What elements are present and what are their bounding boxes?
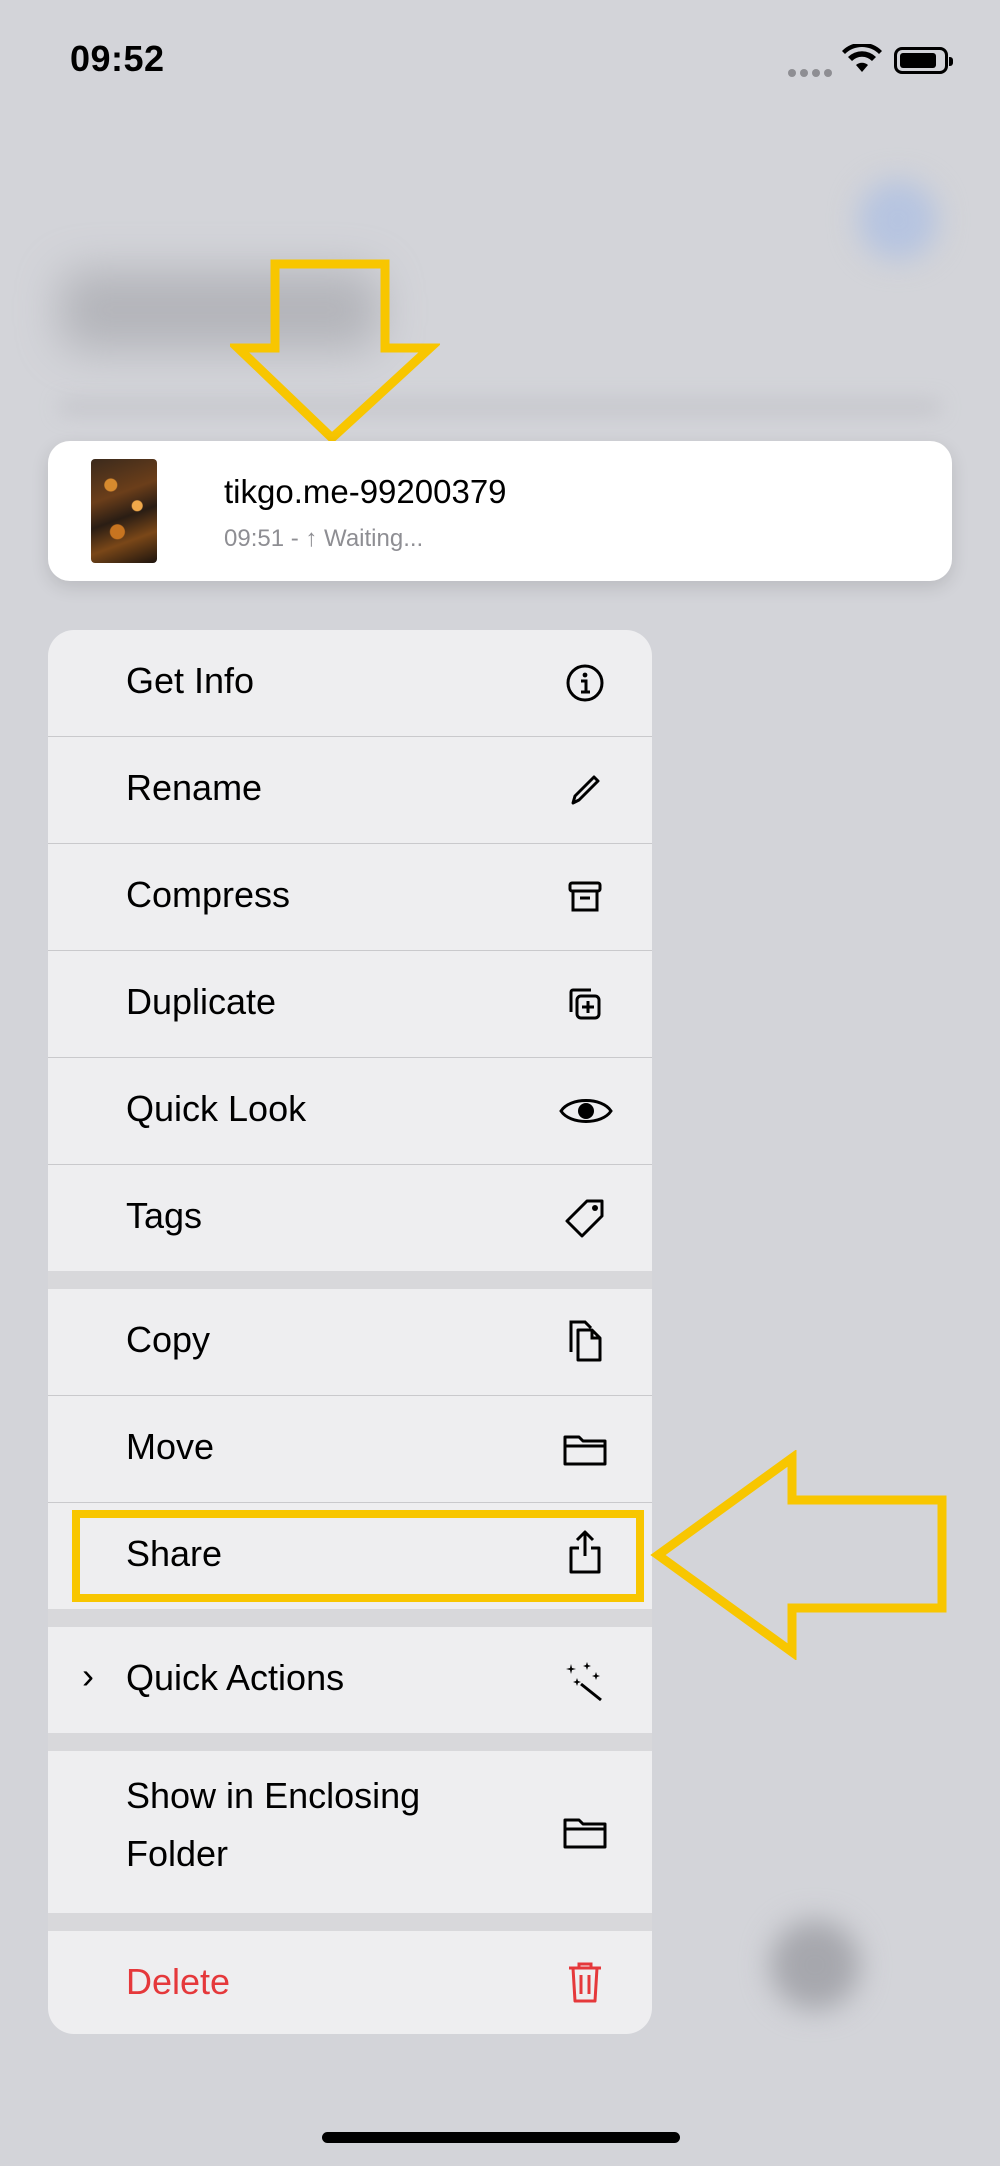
copy-documents-icon [562,1317,608,1363]
wifi-icon [842,44,882,72]
menu-item-label: Quick Look [126,1088,307,1129]
status-bar: 09:52 [0,0,1000,120]
file-preview-card: tikgo.me-99200379 09:51 - ↑ Waiting... [48,441,952,581]
file-name: tikgo.me-99200379 [224,473,507,510]
background-tabbar-blur [770,1920,860,2010]
background-divider-blur [60,400,940,414]
tag-icon [562,1195,608,1241]
menu-item-label: Quick Actions [126,1657,345,1698]
menu-item-label: Tags [126,1195,203,1236]
menu-item-move[interactable]: Move [48,1396,652,1502]
menu-item-show-in-enclosing-folder[interactable]: Show in Enclosing Folder [48,1751,652,1913]
menu-group-divider [48,1271,652,1289]
menu-item-duplicate[interactable]: Duplicate [48,951,652,1057]
menu-item-label: Compress [126,874,291,915]
context-menu: Get Info Rename Compress Duplicate Quick… [48,630,652,2034]
share-highlight-annotation [72,1510,644,1602]
menu-item-label-line1: Show in Enclosing [126,1775,421,1816]
archive-box-icon [562,874,608,920]
menu-item-label-line2: Folder [126,1833,229,1874]
left-arrow-annotation-icon [650,1450,947,1660]
pencil-icon [562,767,608,813]
file-thumbnail [91,459,157,563]
menu-item-label: Rename [126,767,263,808]
duplicate-plus-icon [562,981,608,1027]
cellular-signal-icon [788,64,836,82]
chevron-right-icon: › [82,1655,94,1696]
file-status: 09:51 - ↑ Waiting... [224,525,424,552]
trash-icon [562,1959,608,2005]
status-time: 09:52 [70,38,165,79]
menu-group-divider [48,1913,652,1931]
folder-icon [562,1426,608,1472]
menu-item-tags[interactable]: Tags [48,1165,652,1271]
menu-item-label: Get Info [126,660,255,701]
battery-icon [894,47,953,74]
menu-item-quick-look[interactable]: Quick Look [48,1058,652,1164]
menu-item-compress[interactable]: Compress [48,844,652,950]
menu-item-label: Copy [126,1319,211,1360]
background-button-blur [858,180,938,260]
menu-item-label: Delete [126,1961,231,2002]
eye-icon [558,1088,614,1134]
home-indicator [322,2132,680,2143]
menu-item-copy[interactable]: Copy [48,1289,652,1395]
magic-wand-icon [562,1657,608,1703]
down-arrow-annotation-icon [230,259,440,444]
info-icon [562,660,608,706]
menu-group-divider [48,1609,652,1627]
menu-item-label: Duplicate [126,981,277,1022]
menu-item-rename[interactable]: Rename [48,737,652,843]
folder-icon [562,1809,608,1855]
menu-group-divider [48,1733,652,1751]
menu-item-label: Move [126,1426,215,1467]
menu-item-delete[interactable]: Delete [48,1931,652,2034]
menu-item-get-info[interactable]: Get Info [48,630,652,736]
menu-item-quick-actions[interactable]: › Quick Actions [48,1627,652,1733]
